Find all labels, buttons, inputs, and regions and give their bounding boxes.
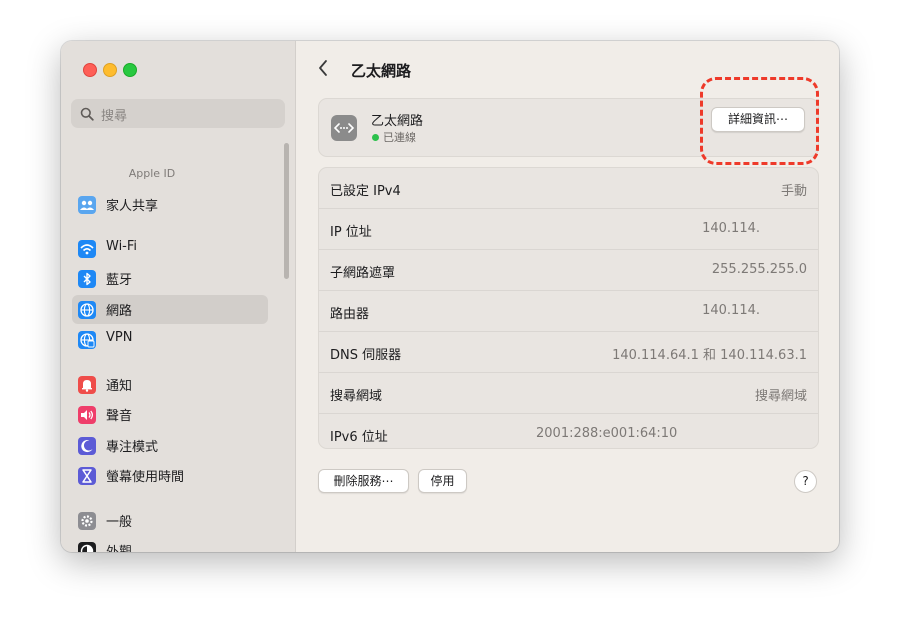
info-row-ip-address: IP 位址 140.114. [319,209,818,250]
row-label: 子網路遮罩 [330,266,396,281]
row-value: 255.255.255.0 [711,262,807,277]
moon-icon [78,437,96,455]
hourglass-icon [78,467,96,485]
network-info-list: 已設定 IPv4 手動 IP 位址 140.114. 子網路遮罩 255.255… [318,167,819,449]
sidebar-item-label: 網路 [106,304,133,319]
bluetooth-icon [78,270,96,288]
search-icon [80,106,94,125]
sidebar-item-vpn[interactable]: VPN [72,325,268,354]
row-value: 140.114. [702,221,760,236]
ethernet-icon [331,115,357,141]
search-field[interactable]: 搜尋 [71,99,285,128]
row-label: 已設定 IPv4 [330,184,401,199]
appearance-icon [78,542,96,552]
interface-name: 乙太網路 [371,114,424,129]
sidebar-item-label: 一般 [106,515,133,530]
info-row-router: 路由器 140.114. [319,291,818,332]
sidebar-item-appearance[interactable]: 外觀 [72,536,268,552]
sidebar-item-label: 外觀 [106,541,132,552]
sidebar: 搜尋 Apple ID 家人共享 Wi-Fi 藍牙 網路 VPN 通知 聲音 專… [61,41,296,552]
info-row-subnet-mask: 子網路遮罩 255.255.255.0 [319,250,818,291]
globe-icon [78,301,96,319]
sidebar-item-label: 家人共享 [106,199,159,214]
sidebar-item-notifications[interactable]: 通知 [72,370,268,399]
row-label: IPv6 位址 [330,430,388,445]
row-label: DNS 伺服器 [330,348,402,363]
row-label: 搜尋網域 [330,389,383,404]
settings-window: 搜尋 Apple ID 家人共享 Wi-Fi 藍牙 網路 VPN 通知 聲音 專… [61,41,839,552]
wifi-icon [78,240,96,258]
delete-service-button[interactable]: 刪除服務⋯ [318,469,409,493]
info-row-ipv4-config: 已設定 IPv4 手動 [319,168,818,209]
back-chevron-icon[interactable] [317,59,329,82]
info-row-search-domain: 搜尋網域 搜尋網域 [319,373,818,414]
vpn-globe-icon [78,331,96,349]
row-value: 2001:288:e001:64:10 [536,426,678,441]
search-placeholder: 搜尋 [101,109,128,124]
sidebar-item-screen-time[interactable]: 螢幕使用時間 [72,461,268,490]
family-icon [78,196,96,214]
sidebar-item-focus[interactable]: 專注模式 [72,431,268,460]
row-value: 140.114.64.1 和 140.114.63.1 [612,348,807,363]
help-button[interactable]: ? [794,470,817,493]
sidebar-item-label: 螢幕使用時間 [106,470,185,485]
apple-id-label[interactable]: Apple ID [61,167,243,180]
row-label: 路由器 [330,307,370,322]
sidebar-item-sound[interactable]: 聲音 [72,400,268,429]
connection-status: 已連線 [383,131,416,144]
minimize-window-button[interactable] [103,63,117,77]
sidebar-item-general[interactable]: 一般 [72,506,268,535]
sidebar-item-label: 藍牙 [106,273,133,288]
close-window-button[interactable] [83,63,97,77]
info-row-dns-server: DNS 伺服器 140.114.64.1 和 140.114.63.1 [319,332,818,373]
disable-button[interactable]: 停用 [418,469,467,493]
sidebar-item-network[interactable]: 網路 [72,295,268,324]
bell-icon [78,376,96,394]
sidebar-item-bluetooth[interactable]: 藍牙 [72,264,268,293]
sidebar-item-label: VPN [106,330,133,345]
sidebar-item-label: 通知 [106,379,133,394]
main-pane: 乙太網路 乙太網路 已連線 詳細資訊⋯ 已設定 IPv4 手動 IP 位址 14… [296,41,839,552]
sidebar-scrollbar[interactable] [284,143,289,279]
sidebar-item-wifi[interactable]: Wi-Fi [72,234,268,263]
row-label: IP 位址 [330,225,372,240]
speaker-icon [78,406,96,424]
row-value: 搜尋網域 [754,389,807,404]
info-row-ipv6-address: IPv6 位址 2001:288:e001:64:10 [319,414,818,454]
row-value: 手動 [780,184,807,199]
sidebar-item-label: Wi-Fi [106,239,138,254]
gear-icon [78,512,96,530]
status-dot-icon [372,134,379,141]
row-value: 140.114. [702,303,760,318]
zoom-window-button[interactable] [123,63,137,77]
sidebar-item-label: 聲音 [106,409,133,424]
annotation-highlight [700,77,819,165]
sidebar-item-family-sharing[interactable]: 家人共享 [72,190,268,219]
page-title: 乙太網路 [351,62,412,80]
sidebar-item-label: 專注模式 [106,440,159,455]
